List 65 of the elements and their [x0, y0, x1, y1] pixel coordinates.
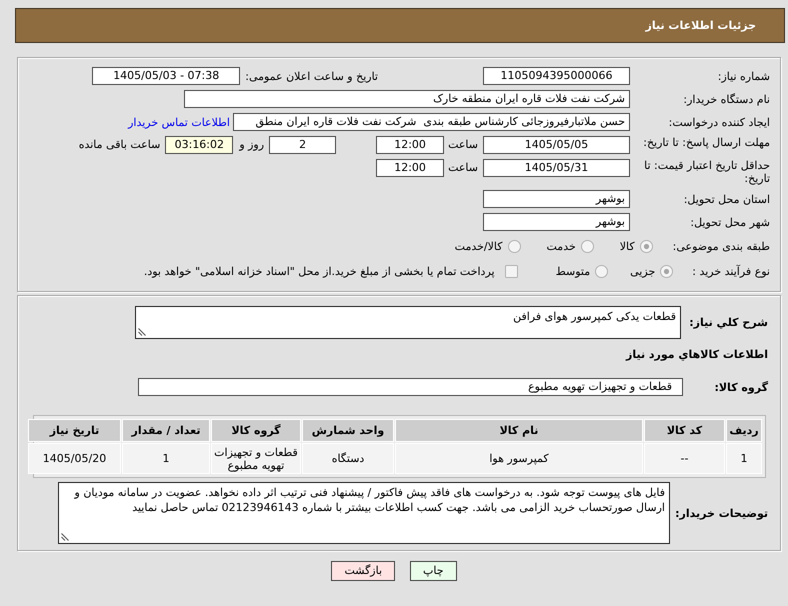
date-field[interactable]: 1405/05/05	[483, 136, 630, 154]
field-label: روز و	[239, 137, 264, 153]
contact-link[interactable]: اطلاعات تماس خریدار	[128, 116, 230, 128]
table-cell: کمپرسور هوا	[395, 443, 643, 474]
field-label: حداقل تاریخ اعتبار قیمت: تا تاریخ:	[643, 159, 770, 185]
option-label: کالا	[620, 240, 635, 252]
checkbox-label: پرداخت تمام یا بخشی از مبلغ خرید.از محل "اسناد خزانه اسلامی" خواهد بود.	[144, 264, 495, 278]
radio-button[interactable]	[640, 240, 653, 252]
field-label: نوع فرآیند خرید :	[692, 264, 770, 278]
remaining-time-field[interactable]: 03:16:02	[165, 136, 234, 154]
date-field[interactable]: 1405/05/31	[483, 159, 630, 177]
option-label: کالا/خدمت	[454, 240, 502, 252]
table-cell: 1	[122, 443, 210, 474]
summary-text-area[interactable]: قطعات یدکی کمپرسور هوای فرافن	[135, 306, 681, 339]
time-field[interactable]: 12:00	[376, 136, 444, 154]
field-label: طبقه بندی موضوعی:	[672, 240, 770, 252]
resize-grip-icon[interactable]	[61, 533, 69, 541]
column-header: گروه کالا	[211, 419, 301, 442]
column-header: نام کالا	[395, 419, 643, 442]
field-label: تاریخ و ساعت اعلان عمومی:	[245, 70, 378, 82]
field-label: گروه کالا:	[713, 380, 768, 394]
table-cell: --	[644, 443, 725, 474]
option-label: جزیی	[630, 264, 656, 278]
time-field[interactable]: 12:00	[376, 159, 444, 177]
radio-button[interactable]	[660, 264, 674, 278]
field-label: ساعت باقی مانده	[78, 137, 160, 153]
table-cell: دستگاه	[302, 443, 394, 474]
table-cell: قطعات و تجهیزات تهویه مطبوع	[211, 443, 301, 474]
field-label: مهلت ارسال پاسخ: تا تاریخ:	[642, 136, 770, 149]
table-cell: 1405/05/20	[28, 443, 121, 474]
field-label: ساعت	[448, 160, 478, 176]
goods-group-field[interactable]: قطعات و تجهیزات تهویه مطبوع	[138, 378, 683, 396]
print-button[interactable]: چاپ	[410, 561, 457, 581]
checkbox[interactable]	[504, 264, 518, 278]
column-header: کد کالا	[644, 419, 725, 442]
field-label: شرح کلي نیاز:	[688, 316, 768, 329]
table-cell: 1	[726, 443, 762, 474]
radio-button[interactable]	[595, 264, 608, 278]
buyer-org-field[interactable]: شرکت نفت فلات قاره ایران منطقه خارک	[184, 90, 630, 108]
field-label: نام دستگاه خریدار:	[682, 92, 770, 106]
need-number-field[interactable]: 1105094395000066	[483, 67, 630, 85]
field-label: استان محل تحویل:	[682, 192, 770, 206]
option-label: متوسط	[556, 264, 590, 278]
section-title: اطلاعات کالاهاي مورد نیاز	[626, 347, 768, 362]
radio-button[interactable]	[580, 240, 594, 252]
field-label: ساعت	[448, 137, 478, 153]
requester-field[interactable]: حسن ملاتبارفیروزجائی کارشناس طبقه بندی شرکت نفت فلات قاره ایران منطق	[233, 113, 630, 131]
field-label: توضیحات خریدار:	[675, 506, 768, 520]
back-button[interactable]: بازگشت	[331, 561, 396, 581]
province-field[interactable]: بوشهر	[483, 190, 630, 208]
column-header: تاریخ نیاز	[28, 419, 121, 442]
option-label: خدمت	[546, 240, 576, 252]
column-header: ردیف	[726, 419, 762, 442]
radio-button[interactable]	[508, 240, 520, 252]
column-header: تعداد / مقدار	[122, 419, 210, 442]
resize-grip-icon[interactable]	[138, 328, 146, 336]
field-label: شهر محل تحویل:	[689, 216, 770, 228]
notes-text-area[interactable]: فایل های پیوست توجه شود. به درخواست های فاقد پیش فاکتور / پیشنهاد فنی ترتیب اثر داده نخواهد. عضویت در سامانه مودیان و ارسال صورتحساب خرید الزامی می باشد. جهت کسب اطلاعات بیشتر با شماره 02123946143 تماس حاصل نمایید	[58, 482, 670, 544]
city-field[interactable]: بوشهر	[483, 213, 630, 231]
date-time-field[interactable]: 1405/05/03 - 07:38	[92, 67, 240, 85]
column-header: واحد شمارش	[302, 419, 394, 442]
days-field[interactable]: 2	[269, 136, 336, 154]
page-title: جزئیات اطلاعات نیاز	[646, 19, 756, 32]
field-label: شماره نیاز:	[716, 70, 770, 82]
field-label: ایجاد کننده درخواست:	[668, 116, 770, 128]
